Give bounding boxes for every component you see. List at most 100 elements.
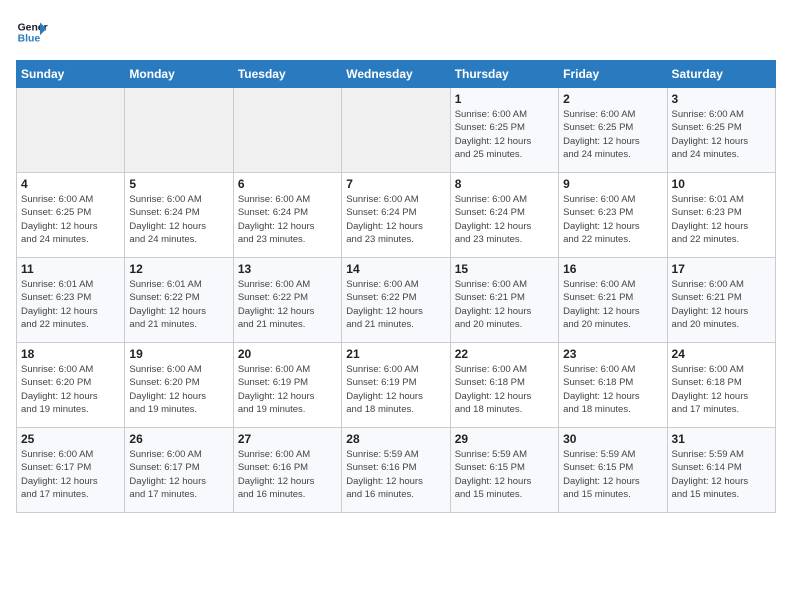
day-info: Sunrise: 6:00 AM Sunset: 6:23 PM Dayligh…	[563, 193, 662, 246]
day-number: 3	[672, 92, 771, 106]
day-info: Sunrise: 6:00 AM Sunset: 6:22 PM Dayligh…	[238, 278, 337, 331]
calendar-cell	[342, 88, 450, 173]
calendar-cell: 14Sunrise: 6:00 AM Sunset: 6:22 PM Dayli…	[342, 258, 450, 343]
day-info: Sunrise: 5:59 AM Sunset: 6:15 PM Dayligh…	[563, 448, 662, 501]
day-info: Sunrise: 6:00 AM Sunset: 6:17 PM Dayligh…	[21, 448, 120, 501]
weekday-header-row: SundayMondayTuesdayWednesdayThursdayFrid…	[17, 61, 776, 88]
calendar-cell: 1Sunrise: 6:00 AM Sunset: 6:25 PM Daylig…	[450, 88, 558, 173]
day-info: Sunrise: 6:00 AM Sunset: 6:18 PM Dayligh…	[455, 363, 554, 416]
calendar-cell: 24 Sunrise: 6:00 AM Sunset: 6:18 PM Dayli…	[667, 343, 775, 428]
week-row-5: 25 Sunrise: 6:00 AM Sunset: 6:17 PM Dayli…	[17, 428, 776, 513]
calendar-cell: 28 Sunrise: 5:59 AM Sunset: 6:16 PM Dayli…	[342, 428, 450, 513]
day-info: Sunrise: 6:00 AM Sunset: 6:25 PM Dayligh…	[672, 108, 771, 161]
calendar-cell: 27Sunrise: 6:00 AM Sunset: 6:16 PM Dayli…	[233, 428, 341, 513]
weekday-header-sunday: Sunday	[17, 61, 125, 88]
day-info: Sunrise: 6:01 AM Sunset: 6:22 PM Dayligh…	[129, 278, 228, 331]
day-number: 4	[21, 177, 120, 191]
day-number: 22	[455, 347, 554, 361]
calendar-cell: 13 Sunrise: 6:00 AM Sunset: 6:22 PM Dayli…	[233, 258, 341, 343]
day-number: 6	[238, 177, 337, 191]
day-number: 24	[672, 347, 771, 361]
day-info: Sunrise: 6:00 AM Sunset: 6:18 PM Dayligh…	[672, 363, 771, 416]
weekday-header-saturday: Saturday	[667, 61, 775, 88]
week-row-4: 18 Sunrise: 6:00 AM Sunset: 6:20 PM Dayli…	[17, 343, 776, 428]
calendar-cell: 4 Sunrise: 6:00 AM Sunset: 6:25 PM Daylig…	[17, 173, 125, 258]
calendar-cell: 25 Sunrise: 6:00 AM Sunset: 6:17 PM Dayli…	[17, 428, 125, 513]
day-number: 23	[563, 347, 662, 361]
week-row-2: 4 Sunrise: 6:00 AM Sunset: 6:25 PM Daylig…	[17, 173, 776, 258]
day-number: 28	[346, 432, 445, 446]
logo-icon: General Blue	[16, 16, 48, 48]
weekday-header-monday: Monday	[125, 61, 233, 88]
day-info: Sunrise: 6:00 AM Sunset: 6:24 PM Dayligh…	[238, 193, 337, 246]
day-info: Sunrise: 6:00 AM Sunset: 6:20 PM Dayligh…	[129, 363, 228, 416]
calendar-cell: 7Sunrise: 6:00 AM Sunset: 6:24 PM Daylig…	[342, 173, 450, 258]
day-info: Sunrise: 5:59 AM Sunset: 6:15 PM Dayligh…	[455, 448, 554, 501]
day-info: Sunrise: 5:59 AM Sunset: 6:14 PM Dayligh…	[672, 448, 771, 501]
day-number: 2	[563, 92, 662, 106]
calendar-cell: 29 Sunrise: 5:59 AM Sunset: 6:15 PM Dayli…	[450, 428, 558, 513]
day-info: Sunrise: 6:00 AM Sunset: 6:21 PM Dayligh…	[455, 278, 554, 331]
day-number: 12	[129, 262, 228, 276]
day-number: 11	[21, 262, 120, 276]
calendar-cell: 22 Sunrise: 6:00 AM Sunset: 6:18 PM Dayli…	[450, 343, 558, 428]
calendar-cell: 30 Sunrise: 5:59 AM Sunset: 6:15 PM Dayli…	[559, 428, 667, 513]
week-row-1: 1 Sunrise: 6:00 AM Sunset: 6:25 PM Daylig…	[17, 88, 776, 173]
day-number: 14	[346, 262, 445, 276]
logo: General Blue	[16, 16, 48, 48]
calendar-cell: 31 Sunrise: 5:59 AM Sunset: 6:14 PM Dayli…	[667, 428, 775, 513]
day-info: Sunrise: 6:00 AM Sunset: 6:19 PM Dayligh…	[238, 363, 337, 416]
day-info: Sunrise: 6:00 AM Sunset: 6:19 PM Dayligh…	[346, 363, 445, 416]
day-number: 25	[21, 432, 120, 446]
day-info: Sunrise: 6:00 AM Sunset: 6:21 PM Dayligh…	[563, 278, 662, 331]
calendar-cell: 9 Sunrise: 6:00 AM Sunset: 6:23 PM Daylig…	[559, 173, 667, 258]
day-number: 20	[238, 347, 337, 361]
day-number: 26	[129, 432, 228, 446]
calendar-cell: 23 Sunrise: 6:00 AM Sunset: 6:18 PM Dayli…	[559, 343, 667, 428]
calendar-cell: 6 Sunrise: 6:00 AM Sunset: 6:24 PM Daylig…	[233, 173, 341, 258]
calendar-cell: 2 Sunrise: 6:00 AM Sunset: 6:25 PM Daylig…	[559, 88, 667, 173]
calendar-cell: 5Sunrise: 6:00 AM Sunset: 6:24 PM Daylig…	[125, 173, 233, 258]
day-info: Sunrise: 6:00 AM Sunset: 6:25 PM Dayligh…	[21, 193, 120, 246]
day-number: 8	[455, 177, 554, 191]
day-info: Sunrise: 6:00 AM Sunset: 6:17 PM Dayligh…	[129, 448, 228, 501]
day-info: Sunrise: 6:00 AM Sunset: 6:24 PM Dayligh…	[346, 193, 445, 246]
calendar-cell	[233, 88, 341, 173]
day-number: 16	[563, 262, 662, 276]
day-number: 13	[238, 262, 337, 276]
page-header: General Blue	[16, 16, 776, 48]
day-number: 29	[455, 432, 554, 446]
day-number: 9	[563, 177, 662, 191]
day-info: Sunrise: 6:00 AM Sunset: 6:16 PM Dayligh…	[238, 448, 337, 501]
weekday-header-thursday: Thursday	[450, 61, 558, 88]
svg-text:Blue: Blue	[18, 34, 41, 45]
day-number: 19	[129, 347, 228, 361]
day-number: 30	[563, 432, 662, 446]
day-info: Sunrise: 6:01 AM Sunset: 6:23 PM Dayligh…	[21, 278, 120, 331]
calendar-cell: 3 Sunrise: 6:00 AM Sunset: 6:25 PM Daylig…	[667, 88, 775, 173]
calendar-cell: 11 Sunrise: 6:01 AM Sunset: 6:23 PM Dayli…	[17, 258, 125, 343]
day-info: Sunrise: 6:00 AM Sunset: 6:21 PM Dayligh…	[672, 278, 771, 331]
weekday-header-wednesday: Wednesday	[342, 61, 450, 88]
day-info: Sunrise: 5:59 AM Sunset: 6:16 PM Dayligh…	[346, 448, 445, 501]
calendar-cell: 16 Sunrise: 6:00 AM Sunset: 6:21 PM Dayli…	[559, 258, 667, 343]
day-info: Sunrise: 6:00 AM Sunset: 6:20 PM Dayligh…	[21, 363, 120, 416]
day-number: 18	[21, 347, 120, 361]
calendar-cell: 18 Sunrise: 6:00 AM Sunset: 6:20 PM Dayli…	[17, 343, 125, 428]
calendar-cell	[125, 88, 233, 173]
day-number: 21	[346, 347, 445, 361]
week-row-3: 11 Sunrise: 6:01 AM Sunset: 6:23 PM Dayli…	[17, 258, 776, 343]
day-info: Sunrise: 6:00 AM Sunset: 6:18 PM Dayligh…	[563, 363, 662, 416]
day-number: 5	[129, 177, 228, 191]
weekday-header-friday: Friday	[559, 61, 667, 88]
day-number: 1	[455, 92, 554, 106]
calendar-cell: 10Sunrise: 6:01 AM Sunset: 6:23 PM Dayli…	[667, 173, 775, 258]
day-number: 17	[672, 262, 771, 276]
day-info: Sunrise: 6:00 AM Sunset: 6:25 PM Dayligh…	[563, 108, 662, 161]
day-info: Sunrise: 6:01 AM Sunset: 6:23 PM Dayligh…	[672, 193, 771, 246]
calendar-cell: 12 Sunrise: 6:01 AM Sunset: 6:22 PM Dayli…	[125, 258, 233, 343]
calendar-cell	[17, 88, 125, 173]
calendar-cell: 26 Sunrise: 6:00 AM Sunset: 6:17 PM Dayli…	[125, 428, 233, 513]
calendar-cell: 15Sunrise: 6:00 AM Sunset: 6:21 PM Dayli…	[450, 258, 558, 343]
day-number: 31	[672, 432, 771, 446]
